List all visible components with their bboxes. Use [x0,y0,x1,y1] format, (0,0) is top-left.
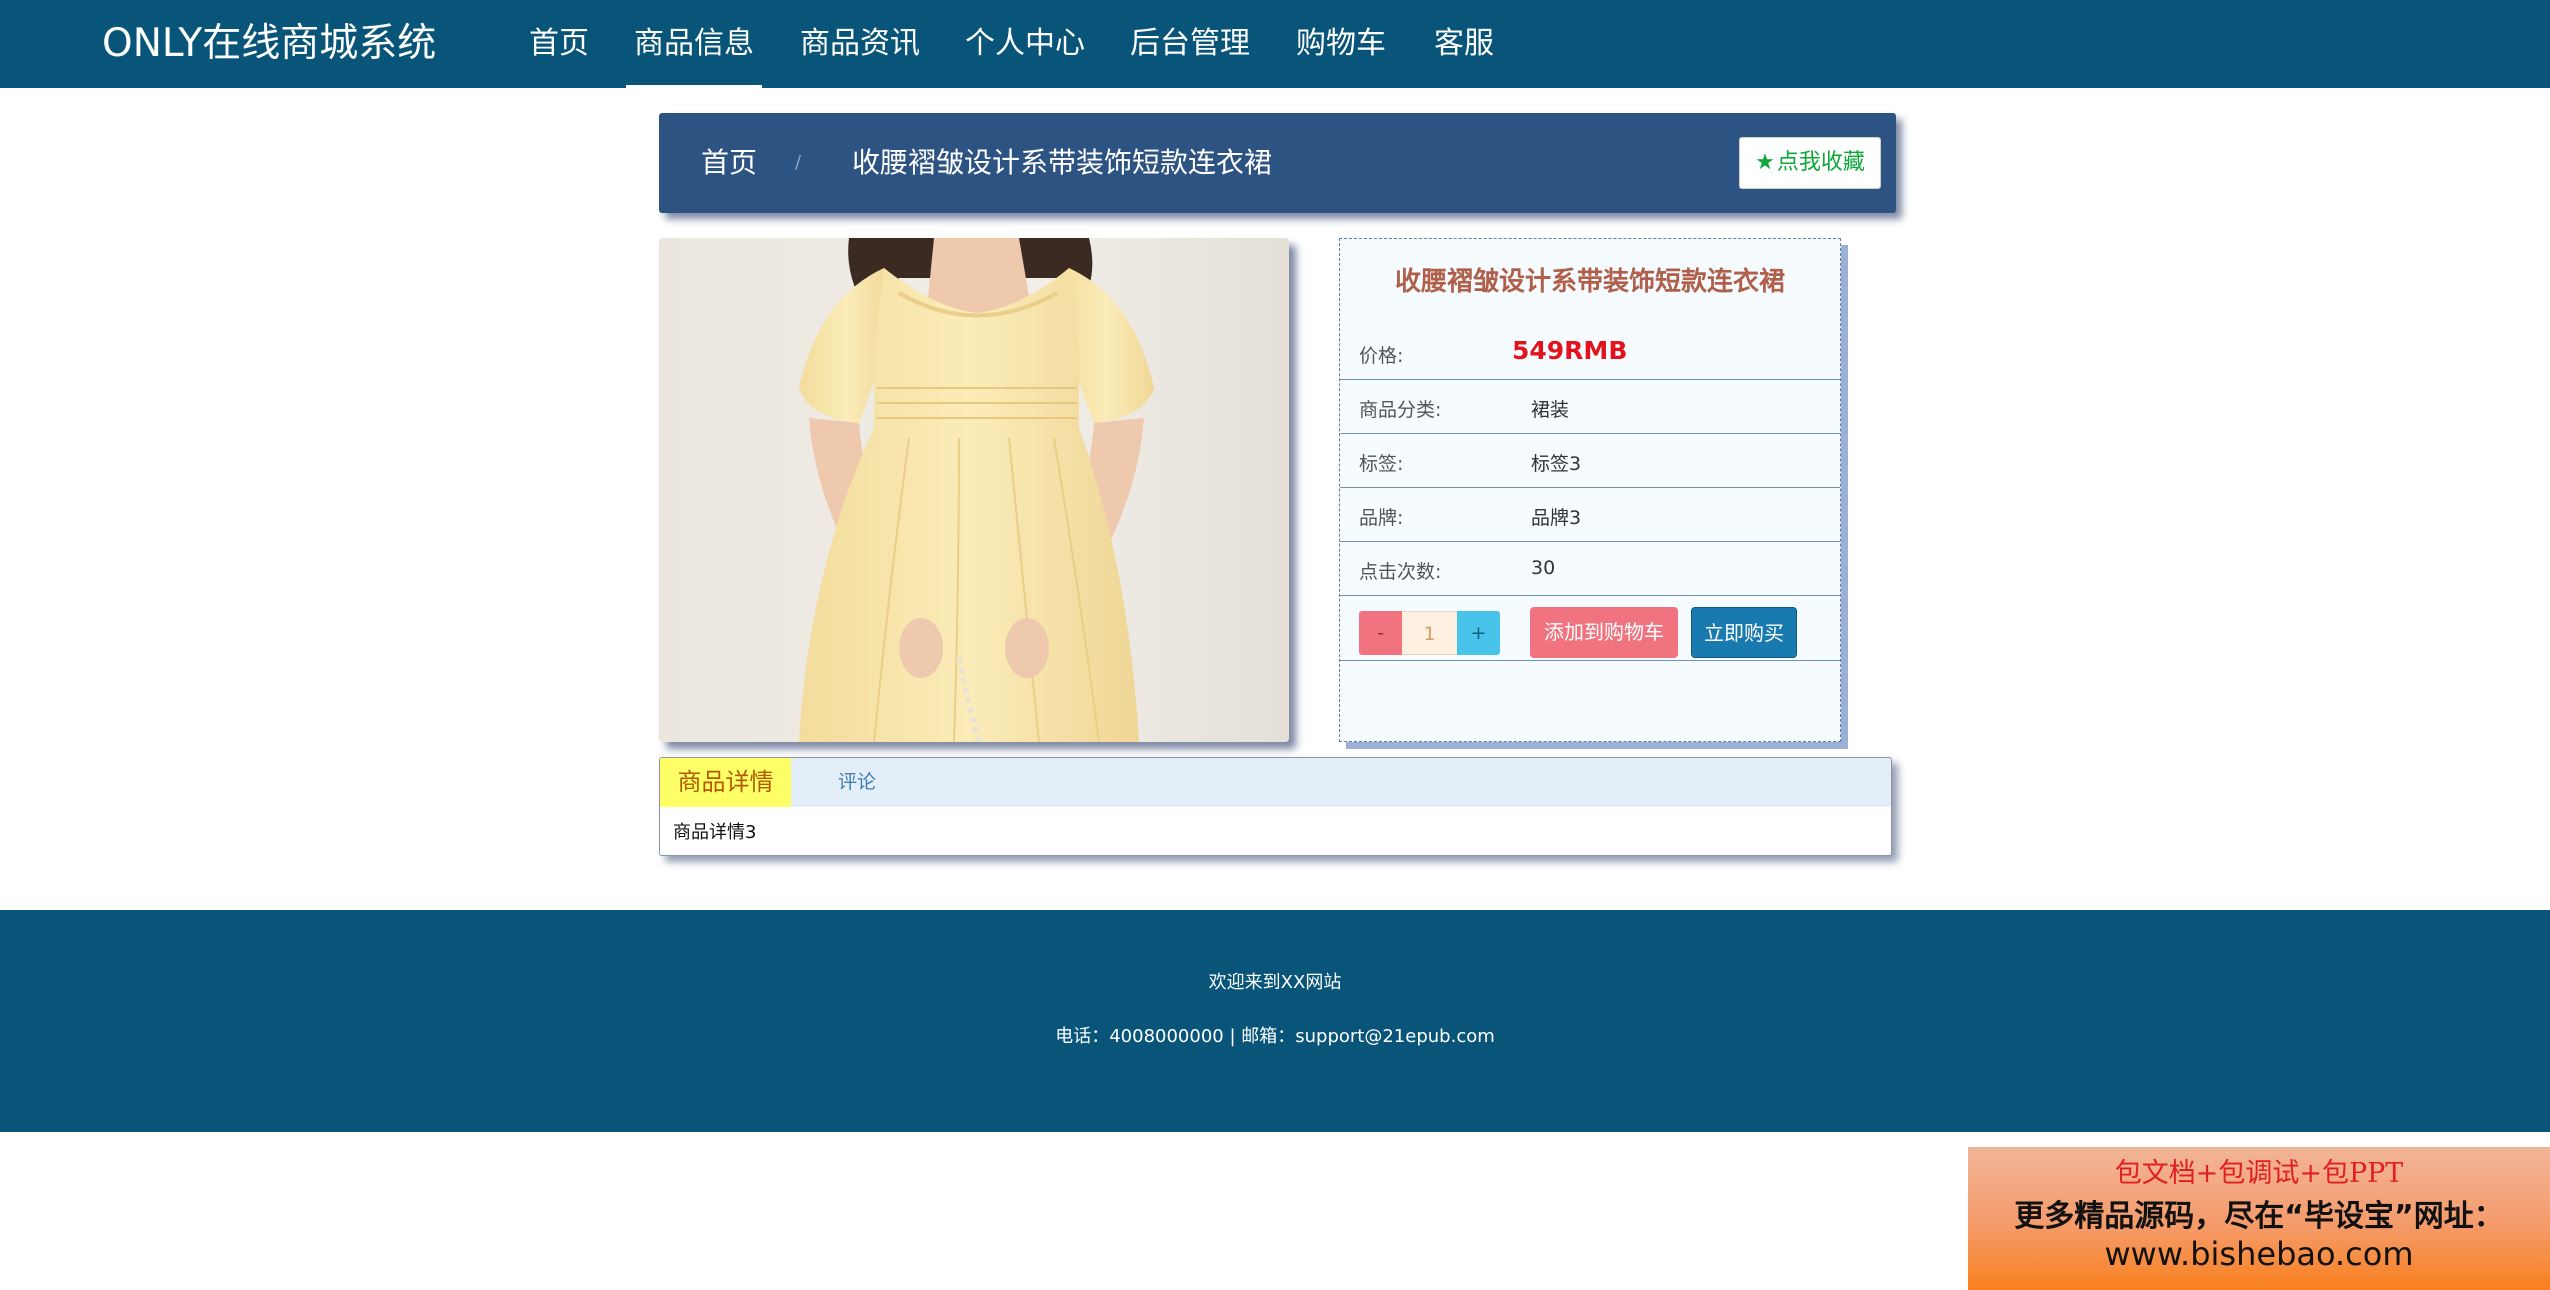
tag-value: 标签3 [1531,453,1582,475]
detail-tab-bar: 商品详情 评论 [660,758,1891,807]
category-row: 商品分类: 裙装 [1340,380,1840,434]
nav-item-home[interactable]: 首页 [529,0,589,88]
promo-banner[interactable]: 包文档+包调试+包PPT 更多精品源码，尽在“毕设宝”网址： www.bishe… [1968,1147,2550,1290]
brand-label: 品牌: [1359,507,1404,529]
purchase-row: - 1 + 添加到购物车 立即购买 [1340,596,1840,661]
price-row: 价格: 549RMB [1340,325,1840,380]
quantity-decrement-button[interactable]: - [1359,611,1402,655]
product-detail-panel: 商品详情 评论 商品详情3 [659,757,1892,856]
breadcrumb-current: 收腰褶皱设计系带装饰短款连衣裙 [852,146,1273,179]
quantity-increment-button[interactable]: + [1457,611,1500,655]
nav-item-products[interactable]: 商品信息 [626,0,762,88]
product-image [659,238,1289,742]
promo-url: www.bishebao.com [2104,1235,2414,1273]
clicks-label: 点击次数: [1359,561,1442,583]
nav-item-service[interactable]: 客服 [1434,0,1494,88]
brand-row: 品牌: 品牌3 [1340,488,1840,542]
footer-welcome: 欢迎来到XX网站 [1208,972,1342,993]
category-value: 裙装 [1531,399,1570,421]
top-navbar: ONLY在线商城系统 首页 商品信息 商品资讯 个人中心 后台管理 购物车 客服 [0,0,2550,88]
product-detail-content: 商品详情3 [673,822,757,843]
tag-label: 标签: [1359,453,1404,475]
promo-line-1: 包文档+包调试+包PPT [2114,1158,2404,1189]
tab-comments[interactable]: 评论 [838,758,876,807]
site-footer: 欢迎来到XX网站 电话：4008000000 | 邮箱：support@21ep… [0,910,2550,1132]
nav-item-cart[interactable]: 购物车 [1296,0,1386,88]
tab-product-detail[interactable]: 商品详情 [660,758,791,807]
star-icon: ★ [1755,150,1775,175]
clicks-value: 30 [1531,557,1556,579]
tag-row: 标签: 标签3 [1340,434,1840,488]
footer-contact: 电话：4008000000 | 邮箱：support@21epub.com [1055,1026,1495,1047]
favorite-label: 点我收藏 [1776,150,1865,175]
nav-item-news[interactable]: 商品资讯 [800,0,920,88]
price-label: 价格: [1359,345,1404,367]
dress-photo-illustration [659,238,1289,742]
price-value: 549RMB [1512,336,1628,365]
product-info-panel: 收腰褶皱设计系带装饰短款连衣裙 价格: 549RMB 商品分类: 裙装 标签: … [1339,238,1841,742]
brand-value: 品牌3 [1531,507,1582,529]
nav-item-admin[interactable]: 后台管理 [1130,0,1250,88]
clicks-row: 点击次数: 30 [1340,542,1840,596]
buy-now-button[interactable]: 立即购买 [1691,607,1797,658]
breadcrumb-separator: / [795,152,802,173]
add-to-cart-button[interactable]: 添加到购物车 [1530,607,1678,658]
nav-item-profile[interactable]: 个人中心 [965,0,1085,88]
product-title: 收腰褶皱设计系带装饰短款连衣裙 [1394,267,1785,297]
category-label: 商品分类: [1359,399,1442,421]
promo-line-2: 更多精品源码，尽在“毕设宝”网址： [2014,1199,2504,1234]
site-brand[interactable]: ONLY在线商城系统 [102,0,436,88]
favorite-button[interactable]: ★点我收藏 [1739,137,1881,189]
breadcrumb: 首页 / 收腰褶皱设计系带装饰短款连衣裙 ★点我收藏 [659,113,1896,213]
breadcrumb-home-link[interactable]: 首页 [701,113,757,213]
quantity-input[interactable]: 1 [1402,611,1457,655]
